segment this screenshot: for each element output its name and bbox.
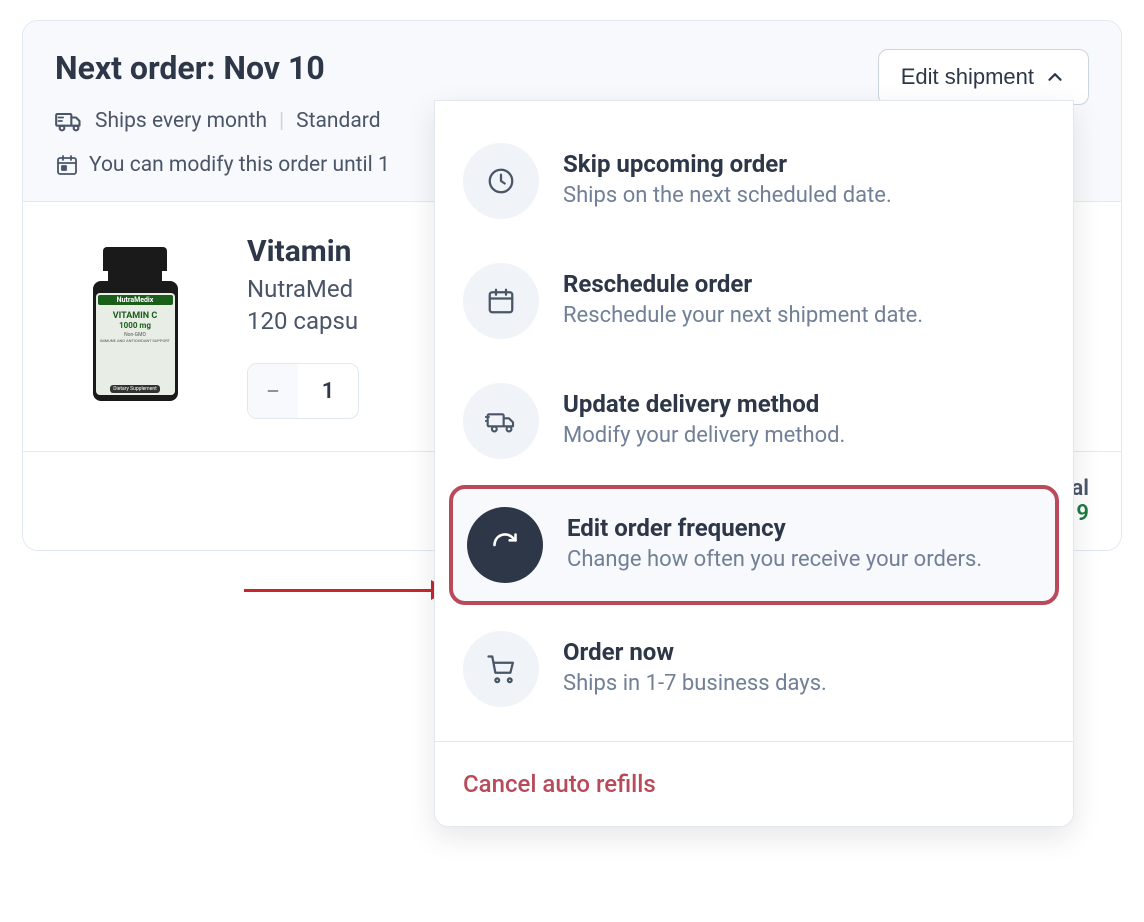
bottle-dose: 1000 mg xyxy=(119,321,151,330)
menu-title: Reschedule order xyxy=(563,270,1045,298)
truck-icon xyxy=(55,107,83,135)
bottle-brand: NutraMedix xyxy=(98,295,173,305)
bottle-supplement: Dietary Supplement xyxy=(110,385,160,393)
edit-shipment-button[interactable]: Edit shipment xyxy=(878,49,1089,105)
menu-desc: Reschedule your next shipment date. xyxy=(563,300,1045,332)
bottle-product: VITAMIN C xyxy=(113,311,158,321)
product-image: NutraMedix VITAMIN C 1000 mg Non-GMO IMM… xyxy=(55,234,215,414)
shipping-speed-label: Standard xyxy=(296,109,380,133)
menu-item-frequency[interactable]: Edit order frequency Change how often yo… xyxy=(449,485,1059,605)
menu-title: Edit order frequency xyxy=(567,514,1041,542)
menu-item-order-now[interactable]: Order now Ships in 1-7 business days. xyxy=(449,609,1059,729)
calendar-icon xyxy=(55,153,79,177)
modify-deadline-label: You can modify this order until 1 xyxy=(89,153,390,177)
divider: | xyxy=(279,109,284,133)
menu-desc: Ships in 1-7 business days. xyxy=(563,668,1045,700)
chevron-up-icon xyxy=(1044,66,1066,88)
bottle-note2: IMMUNE AND ANTIOXIDANT SUPPORT xyxy=(100,338,170,343)
cancel-section: Cancel auto refills xyxy=(435,741,1073,826)
menu-desc: Change how often you receive your orders… xyxy=(567,544,1041,576)
menu-item-reschedule[interactable]: Reschedule order Reschedule your next sh… xyxy=(449,241,1059,361)
next-order-title: Next order: Nov 10 xyxy=(55,49,325,87)
calendar-icon xyxy=(463,263,539,339)
refresh-icon xyxy=(467,507,543,583)
menu-item-delivery[interactable]: Update delivery method Modify your deliv… xyxy=(449,361,1059,481)
tutorial-arrow xyxy=(244,580,449,600)
ships-frequency-label: Ships every month xyxy=(95,109,267,133)
menu-desc: Ships on the next scheduled date. xyxy=(563,180,1045,212)
quantity-value: 1 xyxy=(298,379,358,404)
menu-title: Order now xyxy=(563,638,1045,666)
shipment-menu: Skip upcoming order Ships on the next sc… xyxy=(434,100,1074,827)
quantity-stepper[interactable]: 1 xyxy=(247,363,359,419)
menu-title: Update delivery method xyxy=(563,390,1045,418)
qty-decrease-button[interactable] xyxy=(248,364,298,418)
menu-item-skip[interactable]: Skip upcoming order Ships on the next sc… xyxy=(449,121,1059,241)
subtotal-value: 9 xyxy=(1076,501,1089,526)
edit-shipment-label: Edit shipment xyxy=(901,64,1034,90)
cancel-auto-refills-link[interactable]: Cancel auto refills xyxy=(463,770,656,798)
truck-icon xyxy=(463,383,539,459)
menu-desc: Modify your delivery method. xyxy=(563,420,1045,452)
clock-icon xyxy=(463,143,539,219)
cart-icon xyxy=(463,631,539,707)
menu-title: Skip upcoming order xyxy=(563,150,1045,178)
